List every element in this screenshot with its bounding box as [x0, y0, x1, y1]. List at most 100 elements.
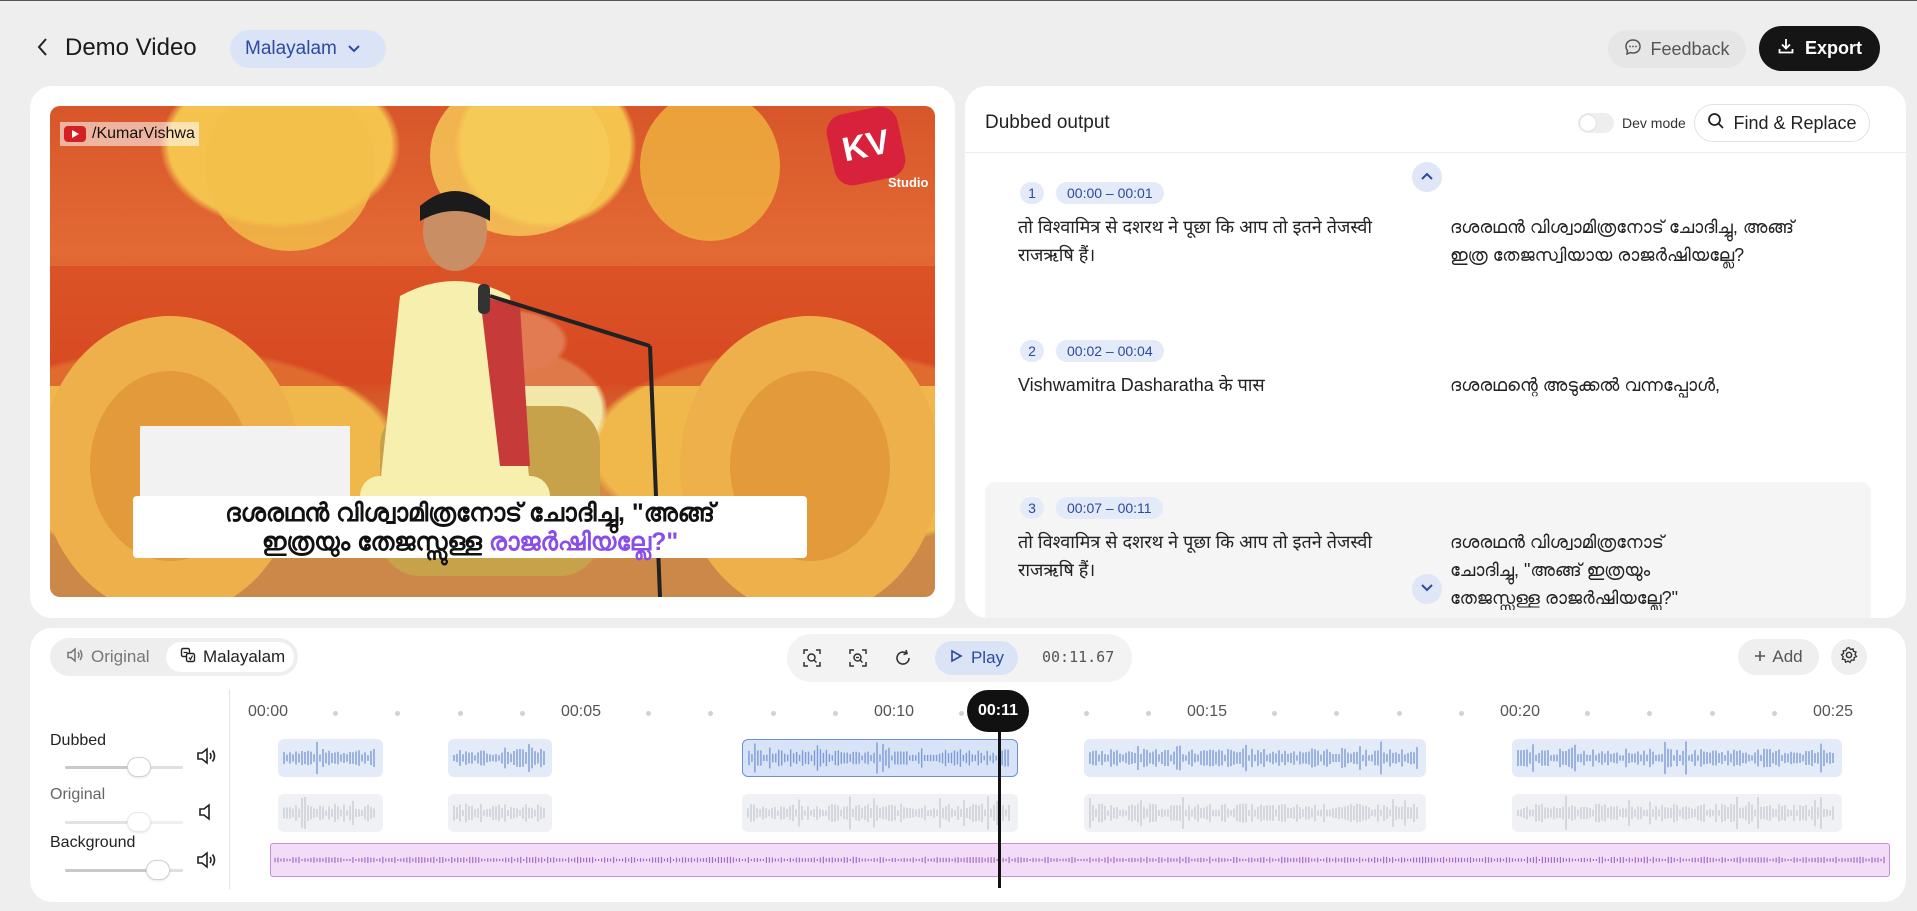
ruler-label: 00:05 — [561, 703, 602, 720]
playhead-line[interactable] — [998, 716, 1001, 888]
settings-button[interactable] — [1831, 639, 1867, 675]
window-top-border — [0, 0, 1917, 1]
ruler-tick — [770, 711, 776, 716]
add-button[interactable]: Add — [1738, 639, 1819, 675]
dubbed-audio-clip[interactable] — [448, 739, 552, 777]
find-replace-label: Find & Replace — [1733, 112, 1857, 133]
ruler-tick — [1271, 711, 1277, 716]
add-label: Add — [1772, 647, 1803, 666]
ruler-tick — [645, 711, 651, 716]
segment-number: 2 — [1020, 340, 1044, 362]
subtitle-line-2: ഇത്രയും തേജസ്സുള്ള രാജർഷിയല്ലേ?" — [133, 528, 807, 557]
original-audio-clip[interactable] — [1084, 794, 1426, 832]
original-track-tab[interactable]: Original — [58, 642, 158, 672]
segment-dubbed-text[interactable]: ദശരഥൻ വിശ്വാമിത്രനോട് ചോദിച്ചു, "അങ്ങ് ഇ… — [1450, 528, 1720, 610]
dubbed-audio-clip[interactable] — [1512, 739, 1842, 777]
playhead-handle[interactable]: 00:11 — [967, 690, 1029, 732]
waveform — [1517, 741, 1834, 775]
segment-source-text[interactable]: तो विश्वामित्र से दशरथ ने पूछा कि आप तो … — [1018, 213, 1388, 269]
channel-handle: /KumarVishwa — [92, 125, 195, 142]
subtitle-line-1: ദശരഥൻ വിശ്വാമിത്രനോട് ചോദിച്ചു, "അങ്ങ് — [225, 499, 715, 527]
original-track-label: Original — [91, 647, 150, 666]
export-label: Export — [1804, 38, 1862, 58]
page-title: Demo Video — [65, 34, 197, 61]
language-select[interactable]: Malayalam — [230, 30, 386, 68]
plus-icon — [1754, 647, 1766, 667]
original-audio-clip[interactable] — [278, 794, 383, 832]
slider-knob[interactable] — [146, 860, 170, 880]
play-label: Play — [970, 648, 1005, 667]
slider-knob[interactable] — [127, 812, 151, 832]
zoom-in-icon[interactable] — [795, 641, 829, 675]
gear-icon — [1840, 646, 1858, 669]
ruler-label: 00:15 — [1187, 703, 1228, 720]
play-button[interactable]: Play — [935, 641, 1018, 675]
translate-icon — [180, 647, 196, 668]
dubbed-audio-clip[interactable] — [1084, 739, 1426, 777]
waveform — [748, 742, 1009, 774]
speaker-icon — [66, 646, 84, 668]
language-select-label: Malayalam — [245, 38, 337, 59]
segment-source-text[interactable]: तो विश्वामित्र से दशरथ ने पूछा कि आप तो … — [1018, 528, 1388, 584]
playhead-time: 00:11 — [977, 702, 1019, 719]
ruler-tick — [332, 711, 338, 716]
ruler-tick — [958, 711, 964, 716]
dubbed-output-title: Dubbed output — [985, 112, 1110, 133]
loop-icon[interactable] — [886, 641, 920, 675]
segment-source-text[interactable]: Vishwamitra Dasharatha के पास — [1018, 371, 1388, 399]
youtube-play-icon — [64, 126, 86, 142]
speaker-icon[interactable] — [196, 747, 218, 770]
waveform — [283, 741, 375, 775]
ruler-label: 00:25 — [1813, 703, 1854, 720]
waveform — [453, 744, 545, 772]
background-volume-slider[interactable] — [65, 860, 183, 880]
feedback-button[interactable]: Feedback — [1608, 30, 1746, 68]
waveform — [1517, 796, 1834, 830]
segment-dubbed-text[interactable]: ദശരഥന്റെ അടുക്കൽ വന്നപ്പോൾ, — [1450, 371, 1830, 399]
ruler-label: 00:10 — [874, 703, 915, 720]
segment-time[interactable]: 00:02 – 00:04 — [1056, 340, 1164, 362]
original-audio-clip[interactable] — [742, 794, 1018, 832]
chevron-down-icon — [1420, 580, 1434, 598]
dev-mode-toggle[interactable] — [1578, 113, 1614, 133]
scroll-up-button[interactable] — [1412, 162, 1442, 192]
ruler-label: 00:20 — [1500, 703, 1541, 720]
subtitle-line-2-plain: ഇത്രയും തേജസ്സുള്ള — [261, 528, 489, 556]
original-audio-clip[interactable] — [1512, 794, 1842, 832]
segment-time[interactable]: 00:07 – 00:11 — [1056, 497, 1163, 519]
ruler-tick — [457, 711, 463, 716]
muted-speaker-icon[interactable] — [196, 803, 218, 826]
find-replace-button[interactable]: Find & Replace — [1694, 104, 1870, 142]
video-subtitle: ദശരഥൻ വിശ്വാമിത്രനോട് ചോദിച്ചു, "അങ്ങ് ഇ… — [133, 496, 807, 558]
slider-knob[interactable] — [127, 757, 151, 777]
ruler-tick — [1083, 711, 1089, 716]
original-audio-clip[interactable] — [448, 794, 552, 832]
segment-dubbed-text[interactable]: ദശരഥൻ വിശ്വാമിത്രനോട് ചോദിച്ചു, അങ്ങ് ഇത… — [1450, 213, 1820, 269]
segment-number: 1 — [1020, 182, 1044, 204]
chevron-left-icon[interactable] — [36, 36, 50, 58]
slider-track — [65, 821, 183, 824]
segment-number: 3 — [1020, 497, 1044, 519]
malayalam-track-label: Malayalam — [203, 647, 286, 666]
ruler-tick — [1584, 711, 1590, 716]
kv-studio-text: Studio — [888, 175, 929, 190]
background-audio-clip[interactable] — [270, 843, 1890, 877]
slider-fill — [65, 869, 158, 872]
export-button[interactable]: Export — [1759, 26, 1880, 71]
original-volume-slider[interactable] — [65, 812, 183, 832]
chat-bubble-icon — [1624, 38, 1642, 61]
lane-name-dubbed: Dubbed — [50, 732, 107, 749]
malayalam-track-tab[interactable]: Malayalam — [166, 642, 294, 672]
background-waveform — [274, 856, 1885, 864]
zoom-out-icon[interactable] — [841, 641, 875, 675]
scroll-down-button[interactable] — [1412, 574, 1442, 604]
kv-logo-text: KV — [838, 122, 893, 170]
search-icon — [1707, 112, 1725, 135]
dubbed-audio-clip[interactable] — [742, 739, 1018, 777]
download-icon — [1777, 37, 1795, 60]
dubbed-audio-clip[interactable] — [278, 739, 383, 777]
panel-divider — [965, 152, 1906, 153]
speaker-icon[interactable] — [196, 851, 218, 874]
dubbed-volume-slider[interactable] — [65, 757, 183, 777]
segment-time[interactable]: 00:00 – 00:01 — [1056, 182, 1164, 204]
